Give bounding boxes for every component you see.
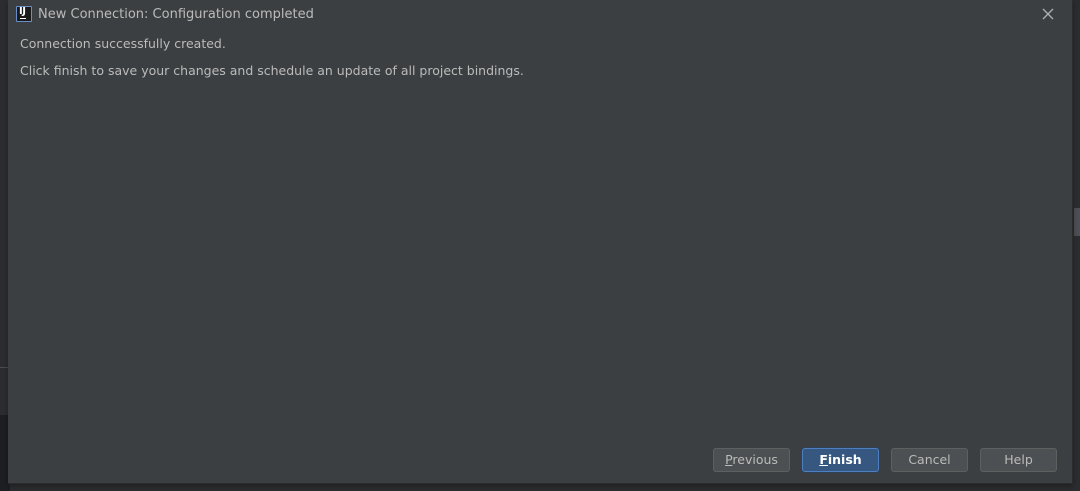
previous-label: revious bbox=[732, 452, 778, 467]
help-button[interactable]: Help bbox=[980, 448, 1057, 472]
dialog-title: New Connection: Configuration completed bbox=[38, 7, 314, 22]
new-connection-dialog: IJ New Connection: Configuration complet… bbox=[8, 0, 1073, 484]
instruction-message: Click finish to save your changes and sc… bbox=[20, 63, 524, 78]
intellij-idea-icon: IJ bbox=[16, 6, 32, 22]
cancel-button[interactable]: Cancel bbox=[891, 448, 968, 472]
close-icon[interactable] bbox=[1038, 4, 1058, 24]
finish-button[interactable]: Finish bbox=[802, 448, 879, 472]
finish-label: inish bbox=[827, 452, 862, 467]
finish-mnemonic: F bbox=[819, 452, 828, 467]
title-bar: IJ New Connection: Configuration complet… bbox=[8, 0, 1072, 29]
background-scrollbar bbox=[1074, 208, 1080, 236]
previous-button[interactable]: Previous bbox=[713, 448, 790, 472]
success-message: Connection successfully created. bbox=[20, 36, 226, 51]
